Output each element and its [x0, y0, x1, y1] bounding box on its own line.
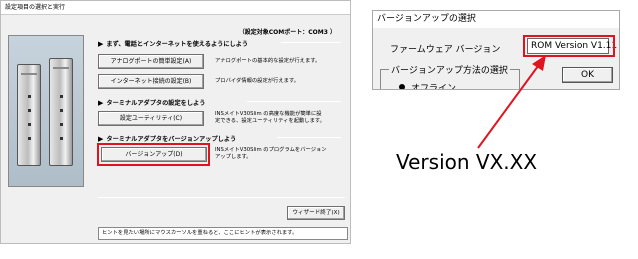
callout-arrow-head	[532, 55, 546, 71]
callout-arrow-line	[477, 61, 542, 149]
callout-version-text: Version VX.XX	[396, 150, 538, 174]
callout-arrow-icon	[477, 55, 546, 149]
